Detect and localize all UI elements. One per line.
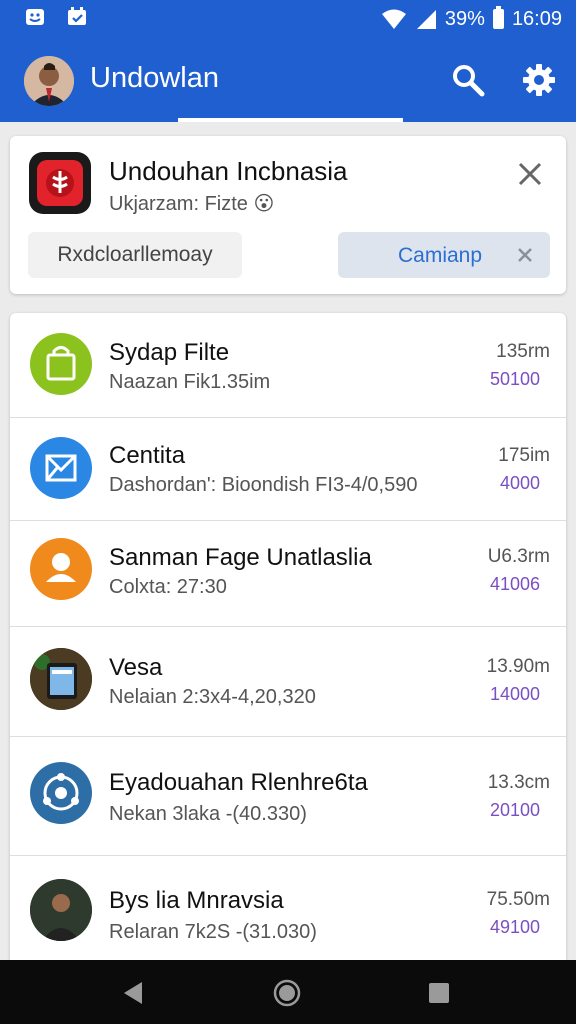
item-subtitle: Nekan 3laka -(40.330): [109, 803, 307, 825]
cellular-signal-icon: [416, 10, 436, 29]
app-title: Undowlan: [90, 62, 219, 94]
avatar: [30, 333, 92, 395]
close-icon[interactable]: [514, 158, 546, 190]
recent-apps-icon[interactable]: [424, 978, 454, 1008]
primary-action-label: Camianp: [398, 244, 483, 267]
item-title: Bys lia Mnravsia: [109, 887, 284, 914]
dismiss-icon[interactable]: [514, 244, 536, 266]
item-title: Eyadouahan Rlenhre6ta: [109, 769, 368, 796]
network-globe-icon: [43, 773, 79, 811]
item-subtitle: Naazan Fik1.35im: [109, 371, 271, 393]
primary-action-button[interactable]: Camianp: [338, 232, 550, 278]
clock: 16:09: [511, 7, 562, 30]
android-notification-icon: [26, 9, 44, 25]
battery-icon: [492, 6, 504, 29]
item-count: 20100: [489, 800, 540, 820]
item-count: 50100: [489, 369, 540, 389]
person-photo-icon: [24, 56, 74, 106]
item-size: U6.3rm: [487, 546, 550, 567]
wifi-icon: [381, 9, 406, 29]
back-icon[interactable]: [118, 978, 148, 1008]
item-size: 135rm: [496, 341, 550, 362]
item-size: 13.3cm: [487, 772, 550, 793]
avatar: [30, 879, 92, 941]
item-title: Sydap Filte: [109, 339, 230, 366]
item-count: 49100: [489, 917, 540, 937]
battery-percent: 39%: [444, 7, 485, 30]
list-item[interactable]: Eyadouahan Rlenhre6ta Nekan 3laka -(40.3…: [10, 736, 566, 856]
notification-title: Undouhan Incbnasia: [109, 156, 348, 186]
item-size: 13.90m: [486, 656, 550, 677]
person-icon: [46, 553, 76, 582]
item-count: 41006: [489, 574, 540, 594]
list-item[interactable]: Sydap Filte Naazan Fik1.35im 135rm 50100: [10, 313, 566, 418]
list-item[interactable]: Centita Dashordan': Bioondish FI3-4/0,59…: [10, 417, 566, 521]
item-subtitle: Dashordan': Bioondish FI3-4/0,590: [109, 474, 418, 496]
avatar: [30, 437, 92, 499]
item-subtitle: Nelaian 2:3x4-4,20,320: [109, 686, 316, 708]
item-title: Centita: [109, 442, 186, 469]
shopping-bag-icon: [46, 346, 76, 381]
list-item[interactable]: Bys lia Mnravsia Relaran 7k2S -(31.030) …: [10, 855, 566, 973]
person-photo-icon: [30, 879, 92, 941]
item-size: 175im: [498, 445, 550, 466]
list-item[interactable]: Vesa Nelaian 2:3x4-4,20,320 13.90m 14000: [10, 626, 566, 737]
calendar-notification-icon: [68, 7, 86, 25]
item-title: Vesa: [109, 654, 163, 681]
tablet-photo-icon: [30, 648, 92, 710]
red-badge-logo-icon: [37, 160, 83, 206]
system-navigation-bar: [0, 960, 576, 1024]
avatar: [30, 538, 92, 600]
downloads-list: Sydap Filte Naazan Fik1.35im 135rm 50100…: [10, 313, 566, 973]
app-icon: [29, 152, 91, 214]
tab-indicator: [178, 118, 403, 122]
avatar: [30, 648, 92, 710]
profile-avatar[interactable]: [24, 56, 74, 106]
avatar: [30, 762, 92, 824]
notification-subtitle: Ukjarzam: Fizte 😮: [109, 193, 275, 215]
item-subtitle: Colxta: 27:30: [109, 576, 227, 598]
home-icon[interactable]: [272, 978, 302, 1008]
item-count: 14000: [489, 684, 540, 704]
item-size: 75.50m: [486, 889, 550, 910]
secondary-action-button[interactable]: Rxdcloarllemoay: [28, 232, 242, 278]
item-count: 4000: [499, 473, 540, 493]
image-mail-icon: [45, 454, 77, 482]
item-subtitle: Relaran 7k2S -(31.030): [109, 921, 317, 943]
search-icon[interactable]: [448, 60, 488, 100]
app-bar: Undowlan: [0, 38, 576, 122]
list-item[interactable]: Sanman Fage Unatlaslia Colxta: 27:30 U6.…: [10, 520, 566, 627]
notification-card[interactable]: Undouhan Incbnasia Ukjarzam: Fizte 😮 Rxd…: [10, 136, 566, 294]
settings-gear-icon[interactable]: [519, 60, 559, 100]
item-title: Sanman Fage Unatlaslia: [109, 544, 372, 571]
status-bar: 39% 16:09: [0, 0, 576, 38]
